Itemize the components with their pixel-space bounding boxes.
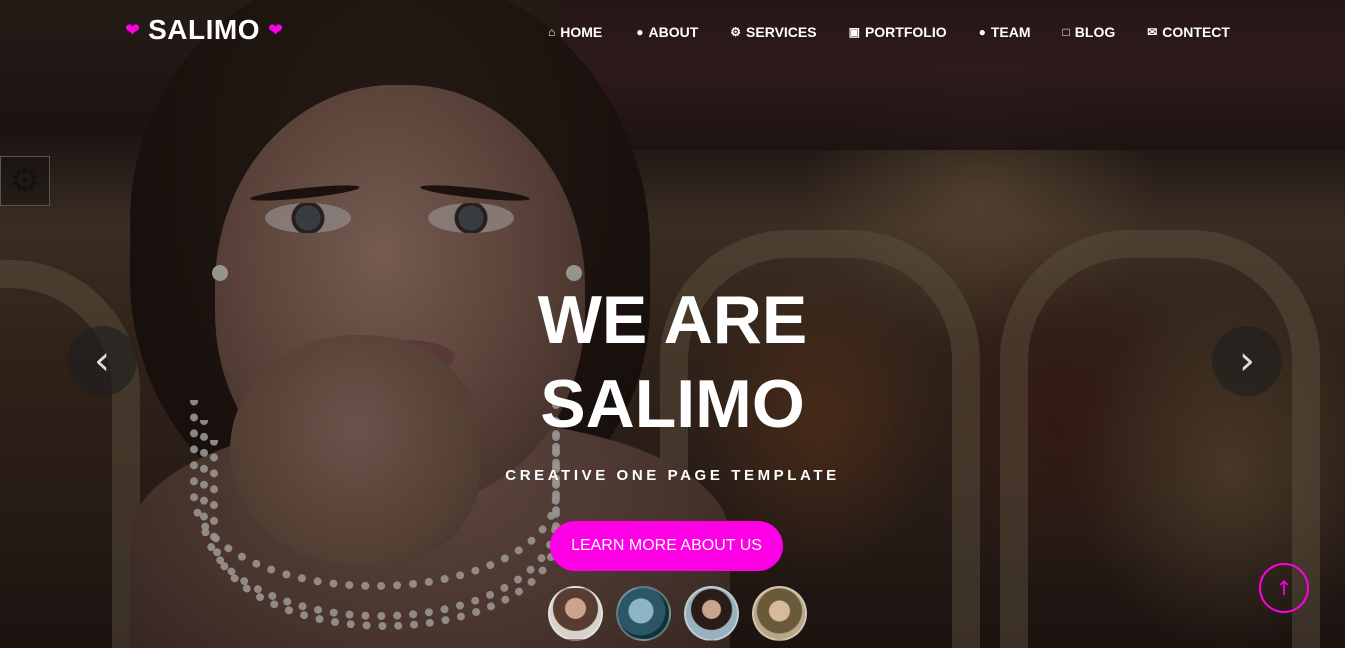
user-icon: ● bbox=[636, 25, 644, 39]
slide-thumbnails bbox=[548, 586, 807, 641]
image-icon: ▣ bbox=[848, 25, 860, 39]
heart-icon: ❤ bbox=[125, 20, 141, 40]
chat-icon: □ bbox=[1062, 25, 1070, 39]
back-to-top-button[interactable]: ↑ bbox=[1259, 563, 1309, 613]
brand-name: SALIMO bbox=[148, 14, 260, 45]
slide-thumbnail[interactable] bbox=[684, 586, 739, 641]
learn-more-button[interactable]: LEARN MORE ABOUT US bbox=[550, 521, 783, 571]
nav-item-about[interactable]: ● ABOUT bbox=[636, 24, 698, 40]
heart-icon: ❤ bbox=[267, 20, 284, 40]
arrow-up-icon: ↑ bbox=[1275, 576, 1293, 600]
slide-thumbnail[interactable] bbox=[752, 586, 807, 641]
nav-item-home[interactable]: ⌂ HOME bbox=[548, 24, 602, 40]
nav-item-portfolio[interactable]: ▣ PORTFOLIO bbox=[849, 24, 947, 40]
settings-toggle-button[interactable]: ⚙ bbox=[0, 156, 50, 206]
nav-item-blog[interactable]: □ BLOG bbox=[1063, 24, 1116, 40]
nav-item-services[interactable]: ⚙ SERVICES bbox=[730, 24, 816, 40]
headline-line-2: SALIMO bbox=[540, 366, 805, 442]
gear-icon: ⚙ bbox=[730, 25, 742, 39]
nav-item-contect[interactable]: ✉ CONTECT bbox=[1147, 24, 1230, 40]
hero-tagline: CREATIVE ONE PAGE TEMPLATE bbox=[505, 467, 840, 484]
gear-icon: ⚙ bbox=[9, 162, 41, 200]
hero-headline: WE ARE SALIMO bbox=[0, 278, 1345, 446]
main-navigation: ⌂ HOME ● ABOUT ⚙ SERVICES ▣ PORTFOLIO ● TEAM … bbox=[548, 24, 1230, 40]
headline-line-1: WE ARE bbox=[537, 282, 808, 358]
envelope-icon: ✉ bbox=[1147, 25, 1158, 39]
home-icon: ⌂ bbox=[548, 25, 556, 39]
slide-thumbnail[interactable] bbox=[548, 586, 603, 641]
site-logo[interactable]: ❤ SALIMO ❤ bbox=[125, 14, 283, 46]
user-icon: ● bbox=[978, 25, 986, 39]
nav-item-team[interactable]: ● TEAM bbox=[979, 24, 1031, 40]
slide-thumbnail[interactable] bbox=[616, 586, 671, 641]
